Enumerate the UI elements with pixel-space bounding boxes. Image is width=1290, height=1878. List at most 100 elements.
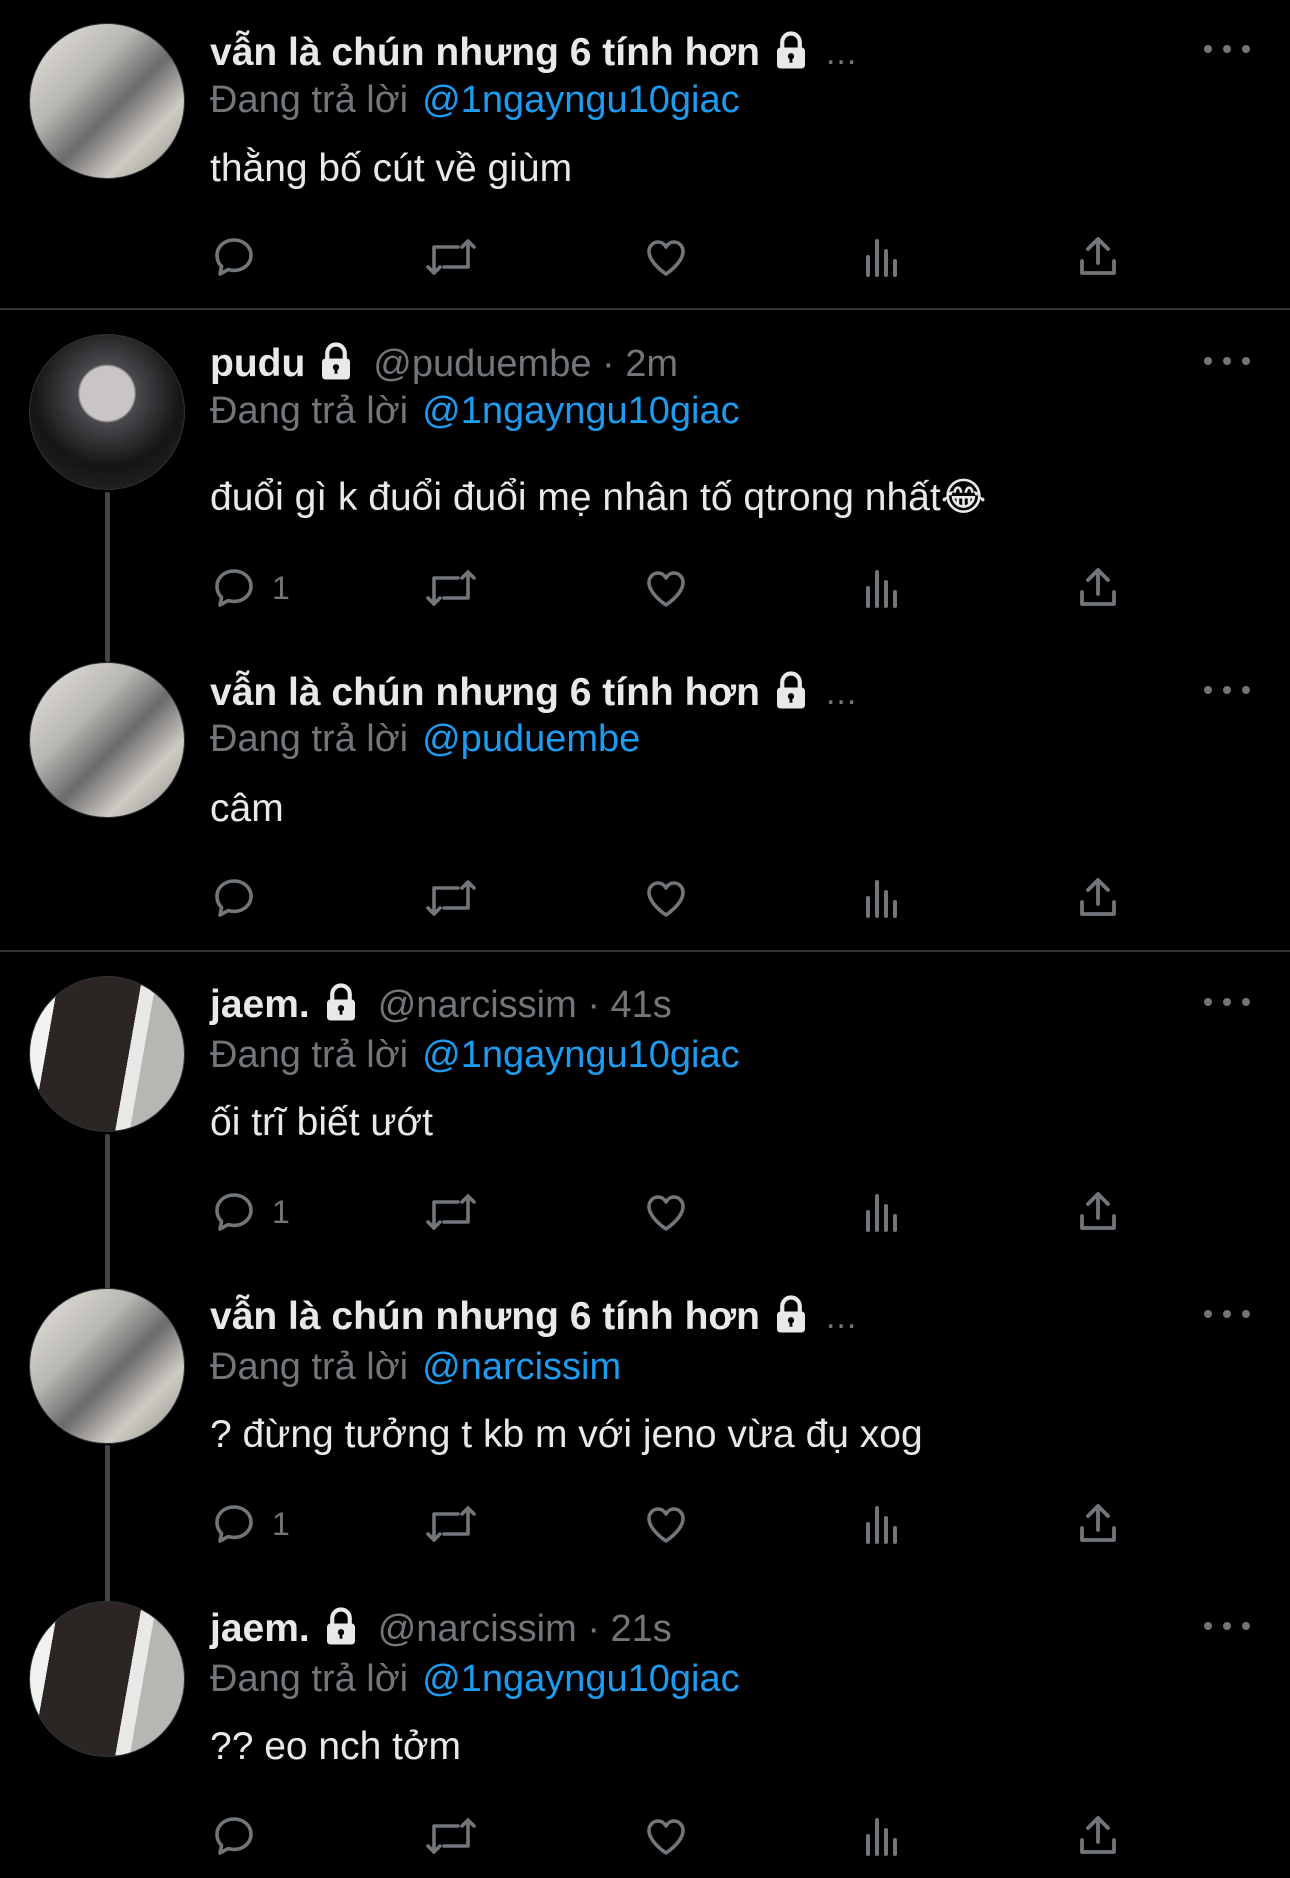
like-button[interactable] xyxy=(642,231,690,283)
retweet-button[interactable] xyxy=(424,1498,478,1550)
action-bar xyxy=(210,231,1130,283)
views-button[interactable] xyxy=(858,1498,906,1550)
tweet-header: pudu @puduembe · 2m xyxy=(210,338,678,390)
retweet-button[interactable] xyxy=(424,562,478,614)
share-button[interactable] xyxy=(1074,1810,1122,1862)
more-icon[interactable] xyxy=(1204,1304,1250,1324)
lock-icon xyxy=(320,982,362,1029)
views-button[interactable] xyxy=(858,562,906,614)
tweet[interactable]: jaem. @narcissim · 21s Đang trả lời @1ng… xyxy=(0,1576,1290,1878)
tweet-text: câm xyxy=(210,787,284,830)
retweet-button[interactable] xyxy=(424,231,478,283)
like-button[interactable] xyxy=(642,1810,690,1862)
avatar[interactable] xyxy=(29,1288,185,1444)
retweet-button[interactable] xyxy=(424,872,478,924)
retweet-icon xyxy=(424,564,478,612)
reply-button[interactable] xyxy=(210,1810,272,1862)
reply-button[interactable] xyxy=(210,231,272,283)
heart-icon xyxy=(642,233,690,281)
mention-link[interactable]: @1ngayngu10giac xyxy=(422,1658,740,1701)
action-bar: 1 xyxy=(210,1186,1130,1238)
like-button[interactable] xyxy=(642,1186,690,1238)
heart-icon xyxy=(642,1500,690,1548)
reply-count: 1 xyxy=(272,569,290,606)
handle-and-time[interactable]: @puduembe · 2m xyxy=(373,343,678,386)
action-bar: 1 xyxy=(210,1498,1130,1550)
tweet[interactable]: vẫn là chún nhưng 6 tính hơn ... Đang tr… xyxy=(0,640,1290,952)
retweet-button[interactable] xyxy=(424,1810,478,1862)
handle-and-time[interactable]: @narcissim · 21s xyxy=(378,1608,672,1651)
tweet-text: ?? eo nch tởm xyxy=(210,1725,462,1768)
reply-icon xyxy=(210,233,258,281)
share-button[interactable] xyxy=(1074,562,1122,614)
share-button[interactable] xyxy=(1074,231,1122,283)
share-icon xyxy=(1074,1500,1122,1548)
retweet-button[interactable] xyxy=(424,1186,478,1238)
avatar[interactable] xyxy=(29,1601,185,1757)
lock-icon xyxy=(320,1606,362,1653)
reply-button[interactable]: 1 xyxy=(210,1186,290,1238)
retweet-icon xyxy=(424,233,478,281)
handle-and-time[interactable]: @narcissim · 41s xyxy=(378,984,672,1027)
reply-button[interactable] xyxy=(210,872,272,924)
heart-icon xyxy=(642,1188,690,1236)
display-name[interactable]: vẫn là chún nhưng 6 tính hơn xyxy=(210,671,760,715)
avatar[interactable] xyxy=(29,23,185,179)
reply-icon xyxy=(210,564,258,612)
more-icon[interactable] xyxy=(1204,680,1250,700)
display-name[interactable]: jaem. xyxy=(210,1607,310,1651)
share-icon xyxy=(1074,1812,1122,1860)
views-button[interactable] xyxy=(858,231,906,283)
heart-icon xyxy=(642,564,690,612)
heart-icon xyxy=(642,1812,690,1860)
analytics-icon xyxy=(858,1500,906,1548)
views-button[interactable] xyxy=(858,1186,906,1238)
tweet[interactable]: pudu @puduembe · 2m Đang trả lời @1ngayn… xyxy=(0,310,1290,640)
tweet[interactable]: vẫn là chún nhưng 6 tính hơn ... Đang tr… xyxy=(0,0,1290,310)
more-icon[interactable] xyxy=(1204,39,1250,59)
views-button[interactable] xyxy=(858,1810,906,1862)
retweet-icon xyxy=(424,874,478,922)
like-button[interactable] xyxy=(642,872,690,924)
mention-link[interactable]: @1ngayngu10giac xyxy=(422,1034,740,1077)
tweet-text: ? đừng tưởng t kb m với jeno vừa đụ xog xyxy=(210,1413,923,1456)
reply-icon xyxy=(210,1812,258,1860)
avatar[interactable] xyxy=(29,662,185,818)
display-name[interactable]: jaem. xyxy=(210,983,310,1027)
tweet-text: đuổi gì k đuổi đuổi mẹ nhân tố qtrong nh… xyxy=(210,475,987,519)
share-button[interactable] xyxy=(1074,1186,1122,1238)
heart-icon xyxy=(642,874,690,922)
more-icon[interactable] xyxy=(1204,992,1250,1012)
share-button[interactable] xyxy=(1074,1498,1122,1550)
mention-link[interactable]: @puduembe xyxy=(422,718,640,761)
tweet[interactable]: vẫn là chún nhưng 6 tính hơn ... Đang tr… xyxy=(0,1264,1290,1576)
action-bar xyxy=(210,1810,1130,1862)
reply-button[interactable]: 1 xyxy=(210,562,290,614)
views-button[interactable] xyxy=(858,872,906,924)
avatar[interactable] xyxy=(29,976,185,1132)
like-button[interactable] xyxy=(642,562,690,614)
replying-to: Đang trả lời @narcissim xyxy=(210,1343,621,1391)
lock-icon xyxy=(770,670,812,717)
analytics-icon xyxy=(858,1812,906,1860)
display-name[interactable]: vẫn là chún nhưng 6 tính hơn xyxy=(210,31,760,75)
mention-link[interactable]: @narcissim xyxy=(422,1346,621,1389)
retweet-icon xyxy=(424,1812,478,1860)
more-icon[interactable] xyxy=(1204,351,1250,371)
analytics-icon xyxy=(858,1188,906,1236)
display-name[interactable]: vẫn là chún nhưng 6 tính hơn xyxy=(210,1295,760,1339)
mention-link[interactable]: @1ngayngu10giac xyxy=(422,390,740,433)
lock-icon xyxy=(770,1294,812,1341)
avatar[interactable] xyxy=(29,334,185,490)
like-button[interactable] xyxy=(642,1498,690,1550)
tweet[interactable]: jaem. @narcissim · 41s Đang trả lời @1ng… xyxy=(0,952,1290,1264)
share-button[interactable] xyxy=(1074,872,1122,924)
reply-button[interactable]: 1 xyxy=(210,1498,290,1550)
replying-to-label: Đang trả lời xyxy=(210,78,409,121)
more-icon[interactable] xyxy=(1204,1616,1250,1636)
mention-link[interactable]: @1ngayngu10giac xyxy=(422,79,740,122)
analytics-icon xyxy=(858,874,906,922)
tweet-header: vẫn là chún nhưng 6 tính hơn ... xyxy=(210,667,857,719)
display-name[interactable]: pudu xyxy=(210,342,305,386)
reply-icon xyxy=(210,1188,258,1236)
